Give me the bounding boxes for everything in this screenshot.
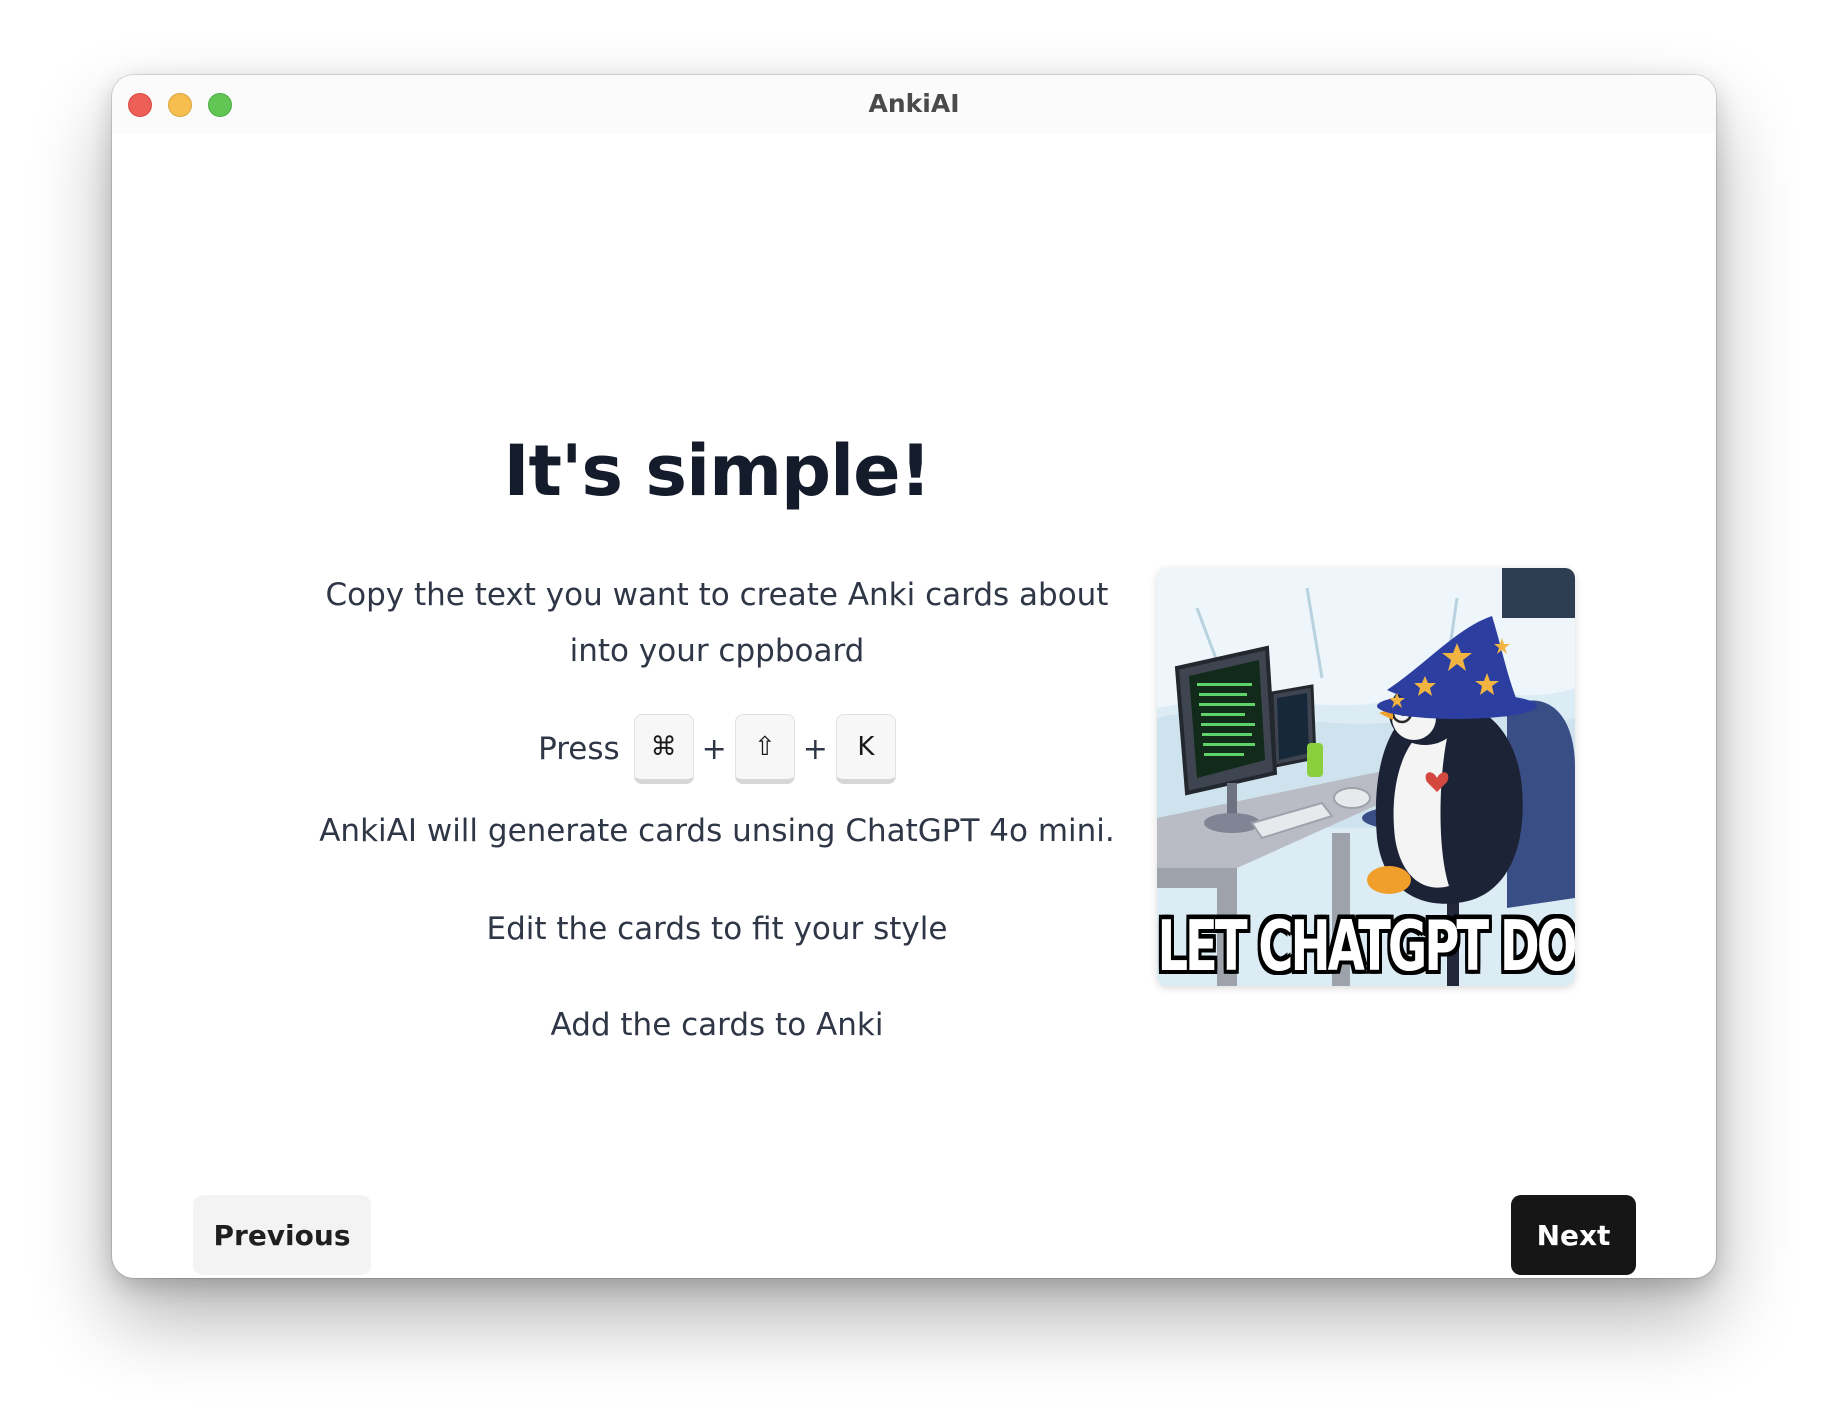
- plus-sign: +: [802, 731, 828, 767]
- k-key: K: [835, 714, 896, 784]
- window-title: AnkiAI: [868, 89, 960, 118]
- step-edit: Edit the cards to fit your style: [486, 911, 948, 947]
- step-copy-text: Copy the text you want to create Anki ca…: [325, 577, 1109, 669]
- step-generate: AnkiAI will generate cards unsing ChatGP…: [319, 813, 1115, 849]
- press-label: Press: [538, 731, 620, 767]
- page-title: It's simple!: [503, 430, 931, 512]
- onboarding-page: It's simple! Copy the text you want to c…: [112, 133, 1716, 1278]
- app-window: AnkiAI It's simple! Copy the text you wa…: [112, 75, 1716, 1278]
- image-caption: LET CHATGPT DO IT: [1157, 906, 1575, 986]
- command-key: ⌘: [633, 714, 694, 784]
- plus-sign: +: [701, 731, 727, 767]
- title-bar[interactable]: AnkiAI: [112, 75, 1716, 133]
- step-press-shortcut: Press ⌘ + ⇧ + K: [282, 711, 1152, 787]
- penguin-wizard-image: LET CHATGPT DO IT: [1157, 568, 1575, 986]
- previous-button[interactable]: Previous: [193, 1195, 371, 1275]
- step-add: Add the cards to Anki: [550, 1007, 884, 1043]
- shift-key: ⇧: [734, 714, 795, 784]
- next-button[interactable]: Next: [1511, 1195, 1636, 1275]
